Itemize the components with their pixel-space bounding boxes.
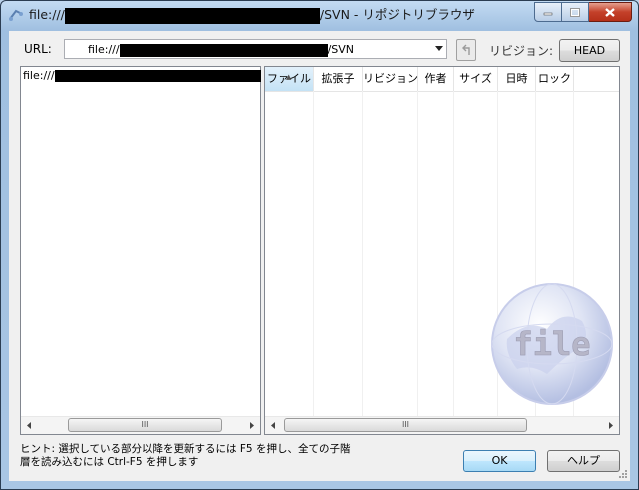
redacted-path [64,7,320,24]
title-url-suffix: /SVN - リポジトリブラウザ [319,7,475,22]
list-header: ▲ ファイル 拡張子 リビジョン 作者 サイズ 日時 ロック [265,67,619,92]
repository-tree[interactable]: file:/// III [20,66,261,435]
column-divider [313,91,314,417]
column-label: サイズ [459,72,492,85]
scroll-left-icon[interactable] [267,420,281,431]
url-combobox[interactable]: file:/// /SVN [64,39,447,59]
ok-button[interactable]: OK [463,450,536,472]
close-button[interactable] [589,2,632,22]
url-label: URL: [24,42,52,56]
list-scroll-thumb[interactable]: III [284,418,527,432]
column-label: リビジョン [363,72,418,85]
redacted-url-path [119,43,328,57]
tree-scroll-thumb[interactable]: III [68,418,222,432]
title-url-prefix: file:/// [29,7,65,22]
window-title: file:/// /SVN - リポジトリブラウザ [29,5,475,25]
tree-root-prefix: file:/// [23,69,55,82]
watermark-text: file [513,325,590,363]
column-header-lock[interactable]: ロック [536,67,574,91]
up-folder-button[interactable] [456,39,476,61]
revision-label: リビジョン: [489,44,554,58]
column-label: 作者 [424,72,447,85]
redacted-tree-path [54,70,261,82]
column-label: 日時 [505,72,528,85]
column-header-date[interactable]: 日時 [498,67,536,91]
sort-ascending-icon: ▲ [286,73,292,81]
column-header-size[interactable]: サイズ [454,67,498,91]
hint-text: ヒント: 選択している部分以降を更新するには F5 を押し、全ての子階 層を読み… [20,443,450,469]
column-divider [362,91,363,417]
scroll-right-icon[interactable] [244,420,258,431]
resize-grip-icon[interactable] [618,469,628,479]
list-horizontal-scrollbar[interactable]: III [265,416,619,434]
column-label: 拡張子 [321,72,355,85]
column-divider [453,91,454,417]
column-header-extension[interactable]: 拡張子 [314,67,363,91]
hint-line: ヒント: 選択している部分以降を更新するには F5 を押し、全ての子階 [20,443,351,455]
close-icon [605,7,615,17]
title-bar[interactable]: file:/// /SVN - リポジトリブラウザ [1,1,638,29]
tree-root-node[interactable]: file:/// [23,69,261,82]
column-header-revision[interactable]: リビジョン [363,67,418,91]
minimize-button[interactable] [534,2,562,22]
column-divider [417,91,418,417]
maximize-button[interactable] [562,2,589,22]
globe-watermark-icon: file [491,283,613,405]
url-value: file:/// /SVN [88,43,354,57]
column-header-file[interactable]: ▲ ファイル [265,67,314,91]
help-button[interactable]: ヘルプ [547,450,620,472]
column-header-author[interactable]: 作者 [418,67,454,91]
repo-browser-icon [9,9,23,21]
file-list[interactable]: ▲ ファイル 拡張子 リビジョン 作者 サイズ 日時 ロック file III [264,66,620,435]
scroll-right-icon[interactable] [603,420,617,431]
scroll-left-icon[interactable] [23,420,37,431]
window-controls [534,2,632,22]
hint-line: 層を読み込むには Ctrl-F5 を押します [20,456,199,468]
minimize-icon [543,12,553,16]
url-prefix: file:/// [88,43,120,56]
column-label: ロック [538,72,571,85]
maximize-icon [570,7,580,17]
up-folder-icon [462,44,470,55]
dropdown-arrow-icon[interactable] [435,46,443,51]
dialog-client: URL: file:/// /SVN リビジョン: HEAD file:/// I… [9,31,630,481]
head-revision-button[interactable]: HEAD [559,39,620,62]
tree-horizontal-scrollbar[interactable]: III [21,416,260,434]
url-suffix: /SVN [327,43,355,56]
repo-browser-window: file:/// /SVN - リポジトリブラウザ URL: file:/// /S… [0,0,639,490]
